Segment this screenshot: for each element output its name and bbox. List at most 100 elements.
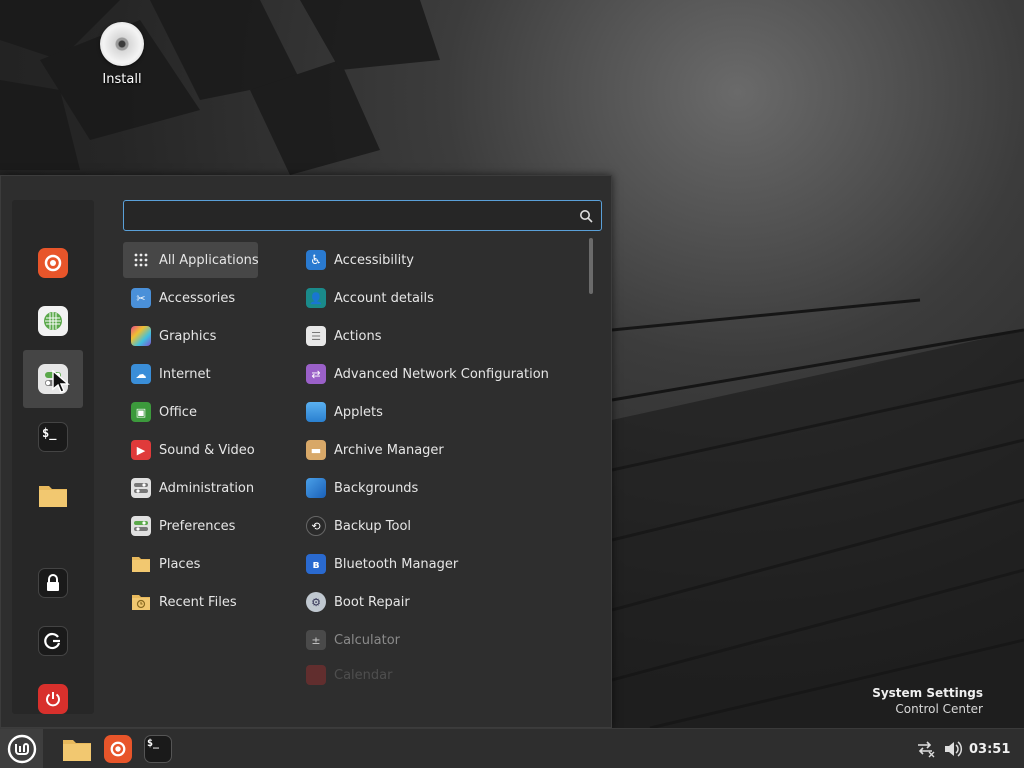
app-applets[interactable]: Applets xyxy=(298,394,583,430)
folder-icon xyxy=(38,480,68,510)
clock[interactable]: 03:51 xyxy=(969,729,1010,768)
lock-icon xyxy=(38,568,68,598)
grid-icon xyxy=(131,250,151,270)
scissors-icon: ✂ xyxy=(131,288,151,308)
favorite-logout[interactable] xyxy=(23,612,83,670)
account-icon: 👤 xyxy=(306,288,326,308)
search-icon xyxy=(580,210,593,223)
desktop-install-icon[interactable]: Install xyxy=(92,22,152,87)
category-label: Internet xyxy=(159,366,211,382)
tooltip-title: System Settings xyxy=(872,686,983,700)
calendar-icon xyxy=(306,665,326,685)
folder-icon xyxy=(63,740,91,761)
category-office[interactable]: ▣ Office xyxy=(123,394,258,430)
category-preferences[interactable]: Preferences xyxy=(123,508,258,544)
favorites-sidebar: $_ xyxy=(12,200,94,714)
app-accessibility[interactable]: ♿ Accessibility xyxy=(298,242,583,278)
category-graphics[interactable]: Graphics xyxy=(123,318,258,354)
app-archive-manager[interactable]: ▬ Archive Manager xyxy=(298,432,583,468)
backup-icon: ⟲ xyxy=(306,516,326,536)
applets-icon xyxy=(306,402,326,422)
app-backgrounds[interactable]: Backgrounds xyxy=(298,470,583,506)
search-box[interactable] xyxy=(123,200,602,231)
app-label: Calculator xyxy=(334,632,401,648)
calculator-icon: ± xyxy=(306,630,326,650)
category-all-applications[interactable]: All Applications xyxy=(123,242,259,278)
app-actions[interactable]: ☰ Actions xyxy=(298,318,583,354)
app-label: Applets xyxy=(334,404,383,420)
category-label: Administration xyxy=(159,480,255,496)
start-menu-button[interactable] xyxy=(0,729,43,768)
terminal-icon: $_ xyxy=(38,422,68,452)
category-sound-video[interactable]: ▶ Sound & Video xyxy=(123,432,258,468)
cloud-icon: ☁ xyxy=(131,364,151,384)
search-input[interactable] xyxy=(124,201,601,230)
recent-folder-icon xyxy=(131,592,151,612)
archive-icon: ▬ xyxy=(306,440,326,460)
folder-icon xyxy=(131,554,151,574)
app-boot-repair[interactable]: ⚙ Boot Repair xyxy=(298,584,583,620)
firefox-icon xyxy=(38,248,68,278)
category-recent-files[interactable]: Recent Files xyxy=(123,584,258,620)
app-label: Accessibility xyxy=(334,252,414,268)
mint-logo-icon xyxy=(7,734,36,764)
app-calculator[interactable]: ± Calculator xyxy=(298,622,583,658)
volume-icon xyxy=(945,741,963,757)
preferences-icon xyxy=(131,516,151,536)
app-label: Advanced Network Configuration xyxy=(334,366,549,382)
category-places[interactable]: Places xyxy=(123,546,258,582)
favorite-shutdown[interactable] xyxy=(23,670,83,728)
favorite-firefox[interactable] xyxy=(23,234,83,292)
app-account-details[interactable]: 👤 Account details xyxy=(298,280,583,316)
category-label: Preferences xyxy=(159,518,236,534)
play-icon: ▶ xyxy=(131,440,151,460)
app-backup-tool[interactable]: ⟲ Backup Tool xyxy=(298,508,583,544)
favorite-terminal[interactable]: $_ xyxy=(23,408,83,466)
desktop-icon-label: Install xyxy=(102,72,142,87)
power-icon xyxy=(38,684,68,714)
app-label: Backgrounds xyxy=(334,480,419,496)
network-config-icon: ⇄ xyxy=(306,364,326,384)
bluetooth-icon: ʙ xyxy=(306,554,326,574)
accessibility-icon: ♿ xyxy=(306,250,326,270)
favorite-lock-screen[interactable] xyxy=(23,554,83,612)
network-tray[interactable] xyxy=(916,729,936,768)
admin-icon xyxy=(131,478,151,498)
backgrounds-icon xyxy=(306,478,326,498)
app-description-tooltip: System Settings Control Center xyxy=(872,685,983,717)
mouse-cursor-icon xyxy=(52,370,70,393)
volume-tray[interactable] xyxy=(943,729,963,768)
category-label: Accessories xyxy=(159,290,236,306)
app-label: Boot Repair xyxy=(334,594,410,610)
taskbar: $_ 03:51 xyxy=(0,728,1024,768)
favorite-software-manager[interactable] xyxy=(23,292,83,350)
app-label: Archive Manager xyxy=(334,442,444,458)
app-label: Actions xyxy=(334,328,382,344)
app-label: Account details xyxy=(334,290,434,306)
app-bluetooth-manager[interactable]: ʙ Bluetooth Manager xyxy=(298,546,583,582)
office-icon: ▣ xyxy=(131,402,151,422)
taskbar-terminal[interactable]: $_ xyxy=(143,734,173,764)
actions-icon: ☰ xyxy=(306,326,326,346)
category-administration[interactable]: Administration xyxy=(123,470,258,506)
tooltip-subtitle: Control Center xyxy=(895,702,983,716)
favorite-files[interactable] xyxy=(23,466,83,524)
network-disconnected-icon xyxy=(918,741,935,758)
taskbar-firefox[interactable] xyxy=(103,734,133,764)
app-calendar[interactable]: Calendar xyxy=(298,660,583,690)
app-label: Backup Tool xyxy=(334,518,412,534)
category-label: Sound & Video xyxy=(159,442,255,458)
firefox-icon xyxy=(104,735,132,763)
category-label: Recent Files xyxy=(159,594,237,610)
app-label: Calendar xyxy=(334,667,393,683)
menu-scrollbar[interactable] xyxy=(589,238,593,294)
app-advanced-network-configuration[interactable]: ⇄ Advanced Network Configuration xyxy=(298,356,583,392)
category-label: All Applications xyxy=(159,252,259,268)
taskbar-files[interactable] xyxy=(62,734,92,764)
category-accessories[interactable]: ✂ Accessories xyxy=(123,280,258,316)
boot-repair-icon: ⚙ xyxy=(306,592,326,612)
category-internet[interactable]: ☁ Internet xyxy=(123,356,258,392)
graphics-icon xyxy=(131,326,151,346)
logout-icon xyxy=(38,626,68,656)
software-manager-icon xyxy=(38,306,68,336)
